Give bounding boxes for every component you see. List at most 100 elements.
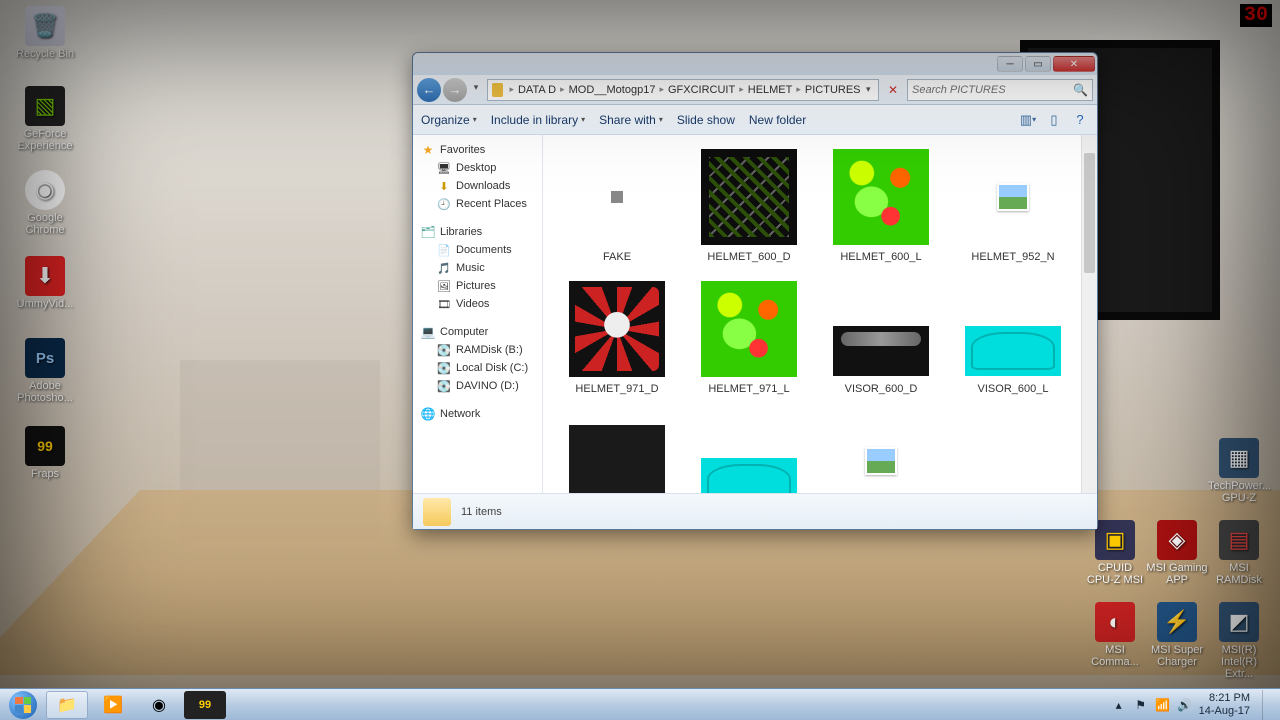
- desktop-icon-fraps[interactable]: 99Fraps: [14, 426, 76, 480]
- thumbnail: [701, 149, 797, 245]
- view-options-button[interactable]: ▥ ▾: [1019, 111, 1037, 129]
- file-grid[interactable]: FAKE HELMET_600_D HELMET_600_L HELMET_95…: [543, 135, 1097, 493]
- desktop-icon-ummy[interactable]: ⬇UmmyVid...: [14, 256, 76, 310]
- start-button[interactable]: [4, 690, 42, 720]
- libraries-icon: 🗂: [421, 225, 435, 239]
- videos-icon: 🎞: [437, 297, 451, 311]
- taskbar-clock[interactable]: 8:21 PM 14-Aug-17: [1199, 692, 1250, 716]
- breadcrumb[interactable]: DATA D: [516, 84, 558, 96]
- sidebar-computer[interactable]: 💻Computer: [413, 323, 542, 341]
- stop-refresh-button[interactable]: ✕: [883, 80, 903, 100]
- sidebar-item-localdisk[interactable]: 💽Local Disk (C:): [413, 359, 542, 377]
- icon-label: CPUID CPU-Z MSI: [1087, 562, 1143, 586]
- desktop-icon-msi-ramdisk[interactable]: ▤MSI RAMDisk: [1208, 520, 1270, 586]
- sidebar-item-music[interactable]: 🎵Music: [413, 259, 542, 277]
- back-button[interactable]: ←: [417, 78, 441, 102]
- tray-volume-icon[interactable]: 🔊: [1177, 697, 1193, 713]
- desktop-icon-msi-charger[interactable]: ⚡MSI Super Charger: [1146, 602, 1208, 668]
- file-item[interactable]: VISOR_600_L: [947, 275, 1079, 399]
- search-input[interactable]: [912, 84, 1073, 96]
- sidebar-item-videos[interactable]: 🎞Videos: [413, 295, 542, 313]
- close-button[interactable]: ✕: [1053, 56, 1095, 72]
- sidebar-libraries[interactable]: 🗂Libraries: [413, 223, 542, 241]
- file-item[interactable]: [683, 407, 815, 493]
- breadcrumb[interactable]: MOD__Motogp17: [567, 84, 658, 96]
- desktop[interactable]: 30 🗑️Recycle Bin ▧GeForce Experience ◉Go…: [0, 0, 1280, 720]
- desktop-icon-chrome[interactable]: ◉Google Chrome: [14, 170, 76, 236]
- desktop-icon-gpuz[interactable]: ▦TechPower... GPU-Z: [1208, 438, 1270, 504]
- sidebar-item-davino[interactable]: 💽DAVINO (D:): [413, 377, 542, 395]
- scroll-thumb[interactable]: [1084, 153, 1095, 273]
- icon-label: MSI Gaming APP: [1146, 562, 1207, 586]
- file-item[interactable]: HELMET_971_D: [551, 275, 683, 399]
- tray-show-hidden[interactable]: ▴: [1111, 697, 1127, 713]
- icon-label: MSI Comma...: [1091, 644, 1139, 668]
- tray-network-icon[interactable]: 📶: [1155, 697, 1171, 713]
- breadcrumb[interactable]: HELMET: [746, 84, 795, 96]
- file-label: HELMET_952_N: [971, 251, 1054, 263]
- nav-sidebar: ★Favorites 🖥Desktop ⬇Downloads 🕘Recent P…: [413, 135, 543, 493]
- desktop-icon-msi-command[interactable]: ◐MSI Comma...: [1084, 602, 1146, 668]
- sidebar-item-downloads[interactable]: ⬇Downloads: [413, 177, 542, 195]
- file-item[interactable]: [815, 407, 947, 493]
- icon-label: Adobe Photosho...: [17, 380, 73, 404]
- titlebar[interactable]: ─ ▭ ✕: [413, 53, 1097, 75]
- forward-button[interactable]: →: [443, 78, 467, 102]
- organize-button[interactable]: Organize▾: [421, 113, 477, 127]
- file-item[interactable]: HELMET_952_N: [947, 143, 1079, 267]
- desktop-icon-geforce[interactable]: ▧GeForce Experience: [14, 86, 76, 152]
- tray-action-center[interactable]: ⚑: [1133, 697, 1149, 713]
- icon-label: GeForce Experience: [17, 128, 72, 152]
- sidebar-item-pictures[interactable]: 🖼Pictures: [413, 277, 542, 295]
- breadcrumb-sep: ▸: [507, 84, 516, 95]
- file-item[interactable]: HELMET_971_L: [683, 275, 815, 399]
- thumbnail: [833, 326, 929, 376]
- thumbnail: [833, 149, 929, 245]
- icon-label: MSI RAMDisk: [1216, 562, 1262, 586]
- address-dropdown[interactable]: ▾: [863, 80, 874, 100]
- file-label: FAKE: [603, 251, 631, 263]
- taskbar-media-player[interactable]: ▶️: [92, 691, 134, 719]
- breadcrumb[interactable]: GFXCIRCUIT: [666, 84, 737, 96]
- search-box[interactable]: 🔍: [907, 79, 1093, 101]
- sidebar-item-documents[interactable]: 📄Documents: [413, 241, 542, 259]
- scrollbar[interactable]: [1081, 135, 1097, 493]
- file-item[interactable]: [551, 407, 683, 493]
- share-with-button[interactable]: Share with▾: [599, 113, 663, 127]
- minimize-button[interactable]: ─: [997, 56, 1023, 72]
- slideshow-button[interactable]: Slide show: [677, 113, 735, 127]
- file-item[interactable]: HELMET_600_D: [683, 143, 815, 267]
- file-item[interactable]: HELMET_600_L: [815, 143, 947, 267]
- breadcrumb[interactable]: PICTURES: [803, 84, 863, 96]
- search-icon[interactable]: 🔍: [1073, 83, 1088, 97]
- nav-history-dropdown[interactable]: ▾: [469, 78, 483, 98]
- maximize-button[interactable]: ▭: [1025, 56, 1051, 72]
- taskbar-fraps[interactable]: 99: [184, 691, 226, 719]
- star-icon: ★: [421, 143, 435, 157]
- desktop-icon-msi-gaming[interactable]: ◈MSI Gaming APP: [1146, 520, 1208, 586]
- sidebar-favorites[interactable]: ★Favorites: [413, 141, 542, 159]
- show-desktop-button[interactable]: [1262, 690, 1272, 720]
- sidebar-item-desktop[interactable]: 🖥Desktop: [413, 159, 542, 177]
- include-library-button[interactable]: Include in library▾: [491, 113, 585, 127]
- file-label: HELMET_600_D: [707, 251, 790, 263]
- file-item[interactable]: FAKE: [551, 143, 683, 267]
- desktop-icon-recycle-bin[interactable]: 🗑️Recycle Bin: [14, 6, 76, 60]
- help-button[interactable]: ?: [1071, 111, 1089, 129]
- taskbar-chrome[interactable]: ◉: [138, 691, 180, 719]
- file-item[interactable]: VISOR_600_D: [815, 275, 947, 399]
- sidebar-network[interactable]: 🌐Network: [413, 405, 542, 423]
- address-bar[interactable]: ▸ DATA D ▸ MOD__Motogp17 ▸ GFXCIRCUIT ▸ …: [487, 79, 879, 101]
- taskbar-explorer[interactable]: 📁: [46, 691, 88, 719]
- desktop-icon-photoshop[interactable]: PsAdobe Photosho...: [14, 338, 76, 404]
- desktop-icon: 🖥: [437, 161, 451, 175]
- sidebar-item-recent[interactable]: 🕘Recent Places: [413, 195, 542, 213]
- documents-icon: 📄: [437, 243, 451, 257]
- desktop-icon-msi-intel[interactable]: ◩MSI(R) Intel(R) Extr...: [1208, 602, 1270, 680]
- network-icon: 🌐: [421, 407, 435, 421]
- sidebar-item-ramdisk[interactable]: 💽RAMDisk (B:): [413, 341, 542, 359]
- new-folder-button[interactable]: New folder: [749, 113, 806, 127]
- preview-pane-button[interactable]: ▯: [1045, 111, 1063, 129]
- file-label: VISOR_600_D: [845, 383, 918, 395]
- taskbar: 📁 ▶️ ◉ 99 ▴ ⚑ 📶 🔊 8:21 PM 14-Aug-17: [0, 688, 1280, 720]
